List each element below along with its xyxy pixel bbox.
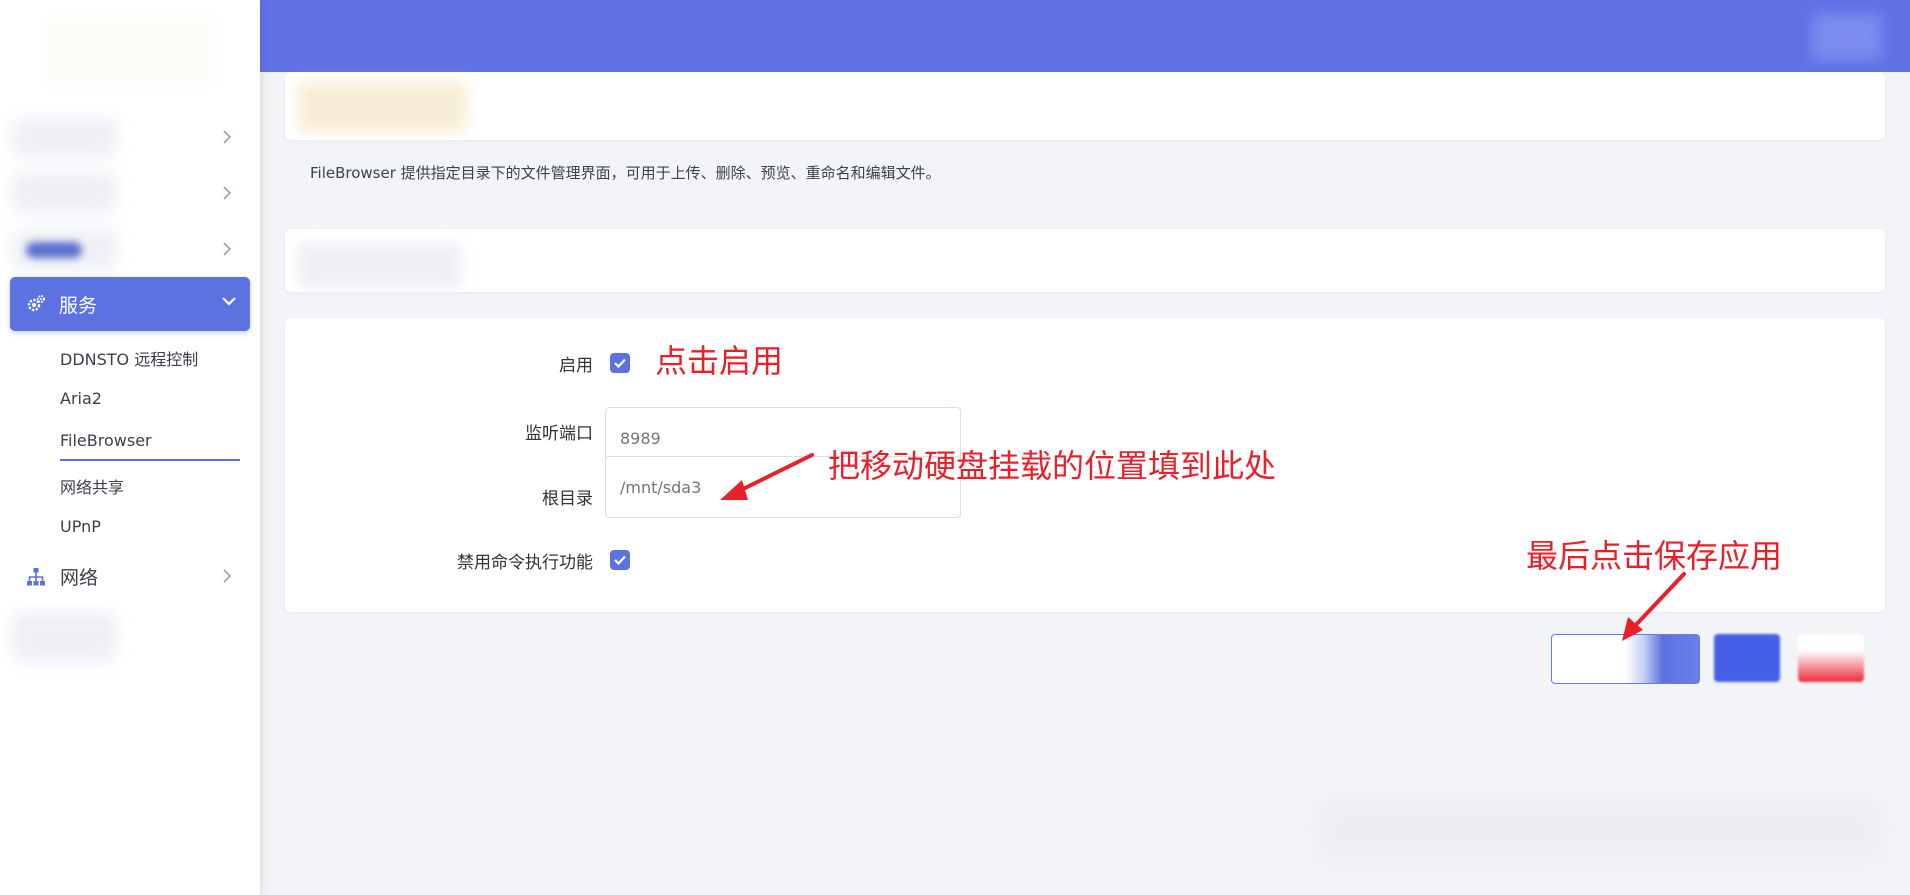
disable-exec-checkbox[interactable] [610,550,630,570]
enable-checkbox[interactable] [610,353,630,373]
section-title [297,243,462,289]
port-label: 监听端口 [525,424,593,444]
sidebar-subitem-ddnsto[interactable]: DDNSTO 远程控制 [60,346,198,370]
check-icon [614,555,626,566]
logo [45,18,215,86]
sidebar-item-services[interactable]: 服务 [10,277,250,331]
page-description: FileBrowser 提供指定目录下的文件管理界面，可用于上传、删除、预览、重… [310,164,941,182]
save-button[interactable] [1714,634,1780,682]
sidebar-subitem-upnp[interactable]: UPnP [60,517,101,536]
header-user-area[interactable] [1812,14,1882,60]
disable-exec-label: 禁用命令执行功能 [457,553,593,573]
sidebar-item-network[interactable]: 网络 [10,558,250,594]
section-title-card [285,229,1885,292]
sidebar-item-label: 服务 [59,295,98,317]
chevron-right-icon [222,237,232,261]
root-dir-label: 根目录 [542,489,593,509]
network-icon [27,568,45,586]
page-title-card [285,72,1885,140]
chevron-right-icon [222,181,232,205]
chevron-right-icon [222,564,232,588]
annotation-fill-mount: 把移动硬盘挂载的位置填到此处 [828,447,1277,485]
sidebar-item-blurred-4[interactable] [12,612,117,662]
top-header [260,0,1910,72]
save-apply-button[interactable] [1551,634,1700,684]
page-title [297,82,467,132]
gear-icon [27,295,45,312]
check-icon [614,358,626,369]
blurred-icon [26,242,82,258]
sidebar-item-blurred-1[interactable] [12,118,117,158]
sidebar-subitem-network-share[interactable]: 网络共享 [60,474,124,498]
annotation-click-enable: 点击启用 [655,342,784,380]
reset-button[interactable] [1798,634,1864,682]
enable-label: 启用 [559,356,593,376]
chevron-right-icon [222,125,232,149]
sidebar-item-blurred-2[interactable] [12,173,117,213]
active-indicator [60,459,240,461]
footer [1320,800,1880,860]
sidebar: 服务 DDNSTO 远程控制 Aria2 FileBrowser 网络共享 UP… [0,0,260,895]
sidebar-item-label: 网络 [60,567,99,589]
sidebar-subitem-filebrowser[interactable]: FileBrowser [60,431,152,450]
sidebar-subitem-aria2[interactable]: Aria2 [60,389,102,408]
annotation-save-apply: 最后点击保存应用 [1526,537,1783,575]
chevron-down-icon [222,297,236,306]
